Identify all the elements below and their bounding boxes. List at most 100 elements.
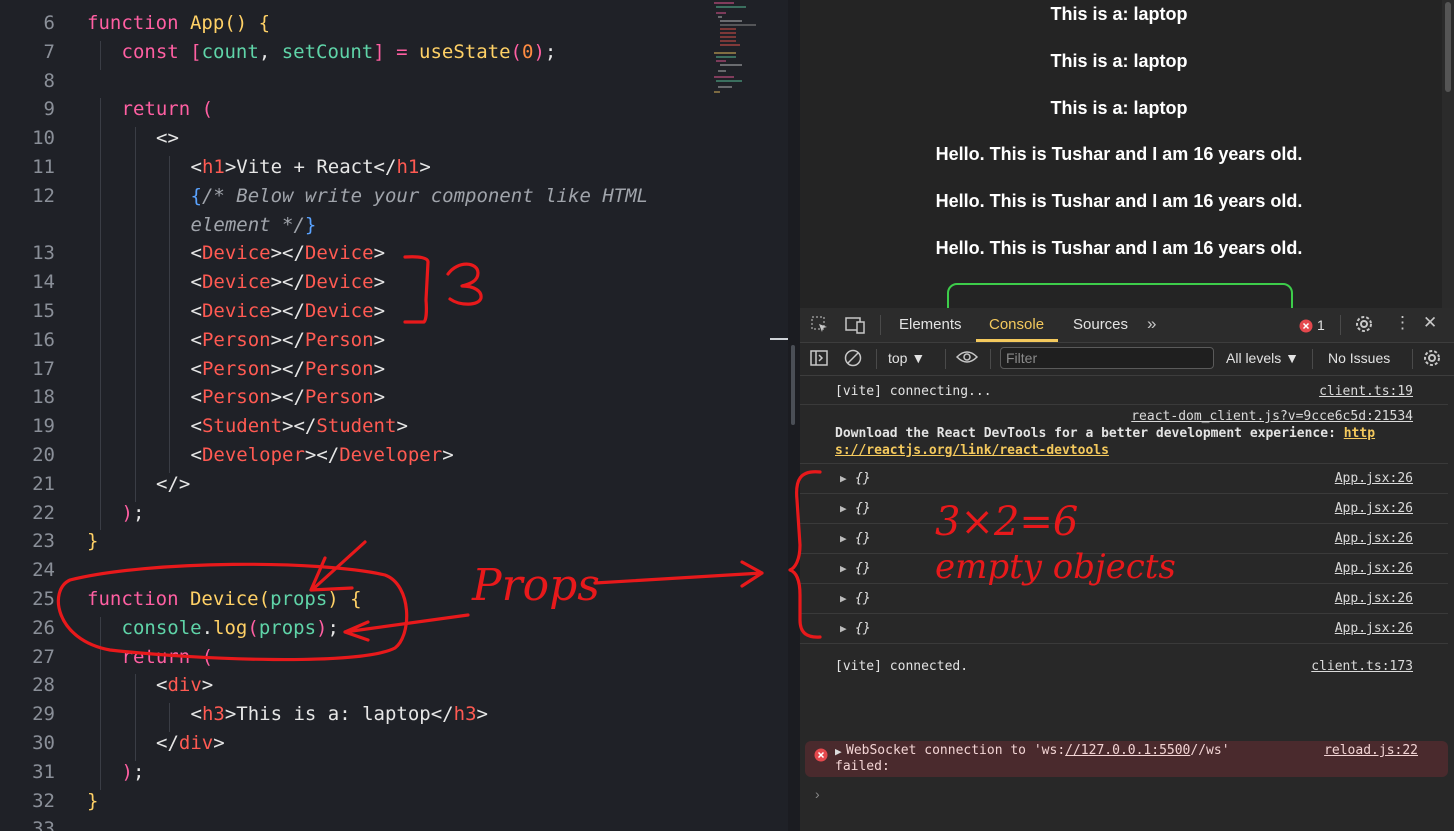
- log-source-link[interactable]: App.jsx:26: [1335, 621, 1413, 636]
- tab-console[interactable]: Console: [989, 316, 1044, 333]
- console-object-row[interactable]: ▶ {} App.jsx:26: [800, 464, 1448, 494]
- console-settings-gear-icon[interactable]: [1422, 348, 1442, 373]
- error-circle-icon[interactable]: [1299, 318, 1313, 338]
- console-object-row[interactable]: ▶ {} App.jsx:26: [800, 494, 1448, 524]
- sidebar-toggle-icon[interactable]: [810, 349, 828, 372]
- code-line[interactable]: <h3>This is a: laptop</h3>: [191, 703, 488, 725]
- code-line[interactable]: <h1>Vite + React</h1>: [191, 156, 431, 178]
- editor-scroll-indicator[interactable]: [770, 338, 788, 340]
- code-line[interactable]: <div>: [156, 674, 213, 696]
- indent-guide: [169, 156, 170, 185]
- code-line[interactable]: <Student></Student>: [191, 415, 408, 437]
- devtools-message-text: Download the React DevTools for a better…: [835, 426, 1336, 441]
- issues-button[interactable]: No Issues: [1328, 350, 1390, 366]
- preview-scroll-thumb[interactable]: [1445, 2, 1451, 92]
- indent-guide: [169, 242, 170, 272]
- log-source-link[interactable]: client.ts:173: [1311, 659, 1413, 674]
- indent-guide: [169, 386, 170, 416]
- log-source-link[interactable]: App.jsx:26: [1335, 561, 1413, 576]
- devtools-link[interactable]: http: [1344, 426, 1375, 441]
- indent-guide: [100, 674, 101, 704]
- code-line[interactable]: element */}: [191, 214, 317, 236]
- live-expression-eye-icon[interactable]: [955, 347, 979, 372]
- line-number: 29: [32, 703, 55, 726]
- code-line[interactable]: <Person></Person>: [191, 386, 386, 408]
- filter-input[interactable]: Filter: [1000, 347, 1214, 369]
- indent-guide: [100, 732, 101, 761]
- log-source-link[interactable]: App.jsx:26: [1335, 591, 1413, 606]
- error-circle-icon: [814, 748, 828, 766]
- indent-guide: [134, 472, 136, 502]
- log-source-link[interactable]: App.jsx:26: [1335, 531, 1413, 546]
- indent-guide: [100, 415, 101, 444]
- device-toolbar-icon[interactable]: [844, 315, 866, 340]
- code-line[interactable]: function App() {: [87, 12, 270, 34]
- indent-guide: [134, 444, 136, 473]
- code-line[interactable]: function Device(props) {: [87, 588, 362, 610]
- code-line[interactable]: <>: [156, 127, 179, 149]
- console-object-row[interactable]: ▶ {} App.jsx:26: [800, 524, 1448, 554]
- code-line[interactable]: );: [122, 761, 145, 783]
- more-options-kebab-icon[interactable]: ⋮: [1394, 313, 1411, 333]
- inspect-element-icon[interactable]: [810, 315, 830, 340]
- line-number: 30: [32, 732, 55, 754]
- log-source-link[interactable]: client.ts:19: [1319, 384, 1413, 399]
- code-line[interactable]: </>: [156, 473, 190, 495]
- log-source-link[interactable]: react-dom_client.js?v=9cce6c5d:21534: [1131, 409, 1413, 424]
- code-line[interactable]: );: [122, 502, 145, 524]
- preview-person-line: Hello. This is Tushar and I am 16 years …: [935, 191, 1303, 211]
- code-line[interactable]: <Person></Person>: [191, 358, 386, 380]
- code-line[interactable]: const [count, setCount] = useState(0);: [122, 41, 557, 63]
- error-url-link[interactable]: //127.0.0.1:5500: [1065, 743, 1190, 758]
- indent-guide: [134, 732, 136, 761]
- context-select[interactable]: top ▼: [888, 350, 925, 366]
- log-source-link[interactable]: App.jsx:26: [1335, 471, 1413, 486]
- code-editor[interactable]: 6 function App() {7 const [count, setCount…: [0, 0, 788, 831]
- split-divider[interactable]: [788, 0, 800, 831]
- log-source-link[interactable]: App.jsx:26: [1335, 501, 1413, 516]
- log-levels-select[interactable]: All levels ▼: [1226, 350, 1299, 366]
- console-object-row[interactable]: ▶ {} App.jsx:26: [800, 584, 1448, 614]
- error-count[interactable]: 1: [1317, 317, 1325, 333]
- code-line[interactable]: return (: [122, 646, 214, 668]
- code-line[interactable]: <Person></Person>: [191, 329, 386, 351]
- code-line[interactable]: }: [87, 530, 98, 552]
- indent-guide: [100, 616, 101, 646]
- expand-arrow-icon[interactable]: ▶: [840, 532, 847, 545]
- devtools-link[interactable]: s://reactjs.org/link/react-devtools: [835, 443, 1109, 458]
- console-object-row[interactable]: ▶ {} App.jsx:26: [800, 614, 1448, 644]
- code-minimap[interactable]: [712, 0, 762, 95]
- code-line[interactable]: {/* Below write your component like HTML: [191, 185, 649, 207]
- expand-arrow-icon[interactable]: ▶: [840, 622, 847, 635]
- line-number: 9: [43, 98, 55, 121]
- console-object-row[interactable]: ▶ {} App.jsx:26: [800, 554, 1448, 584]
- preview-person-line: Hello. This is Tushar and I am 16 years …: [935, 144, 1303, 164]
- more-tabs-chevron-icon[interactable]: »: [1147, 314, 1156, 334]
- clear-console-icon[interactable]: [844, 349, 862, 372]
- console-prompt-caret-icon[interactable]: ›: [815, 786, 820, 802]
- object-preview: {}: [855, 501, 871, 516]
- preview-scrollbar[interactable]: [1442, 0, 1454, 308]
- indent-guide: [169, 703, 170, 732]
- tab-elements[interactable]: Elements: [899, 316, 962, 333]
- expand-arrow-icon[interactable]: ▶: [840, 472, 847, 485]
- expand-arrow-icon[interactable]: ▶: [840, 562, 847, 575]
- code-line[interactable]: console.log(props);: [122, 617, 339, 639]
- divider-handle[interactable]: [791, 345, 795, 425]
- code-line[interactable]: <Device></Device>: [191, 300, 386, 322]
- expand-arrow-icon[interactable]: ▶: [835, 745, 842, 758]
- code-line[interactable]: <Developer></Developer>: [191, 444, 454, 466]
- log-source-link[interactable]: reload.js:22: [1324, 743, 1418, 758]
- line-number: 17: [32, 357, 55, 380]
- code-line[interactable]: }: [87, 790, 98, 812]
- line-number: 19: [32, 415, 55, 438]
- code-line[interactable]: </div>: [156, 732, 225, 754]
- expand-arrow-icon[interactable]: ▶: [840, 592, 847, 605]
- expand-arrow-icon[interactable]: ▶: [840, 502, 847, 515]
- code-line[interactable]: <Device></Device>: [191, 242, 386, 264]
- code-line[interactable]: return (: [122, 98, 214, 120]
- tab-sources[interactable]: Sources: [1073, 316, 1128, 333]
- code-line[interactable]: <Device></Device>: [191, 271, 386, 293]
- settings-gear-icon[interactable]: [1354, 314, 1374, 339]
- close-devtools-icon[interactable]: ✕: [1423, 313, 1437, 333]
